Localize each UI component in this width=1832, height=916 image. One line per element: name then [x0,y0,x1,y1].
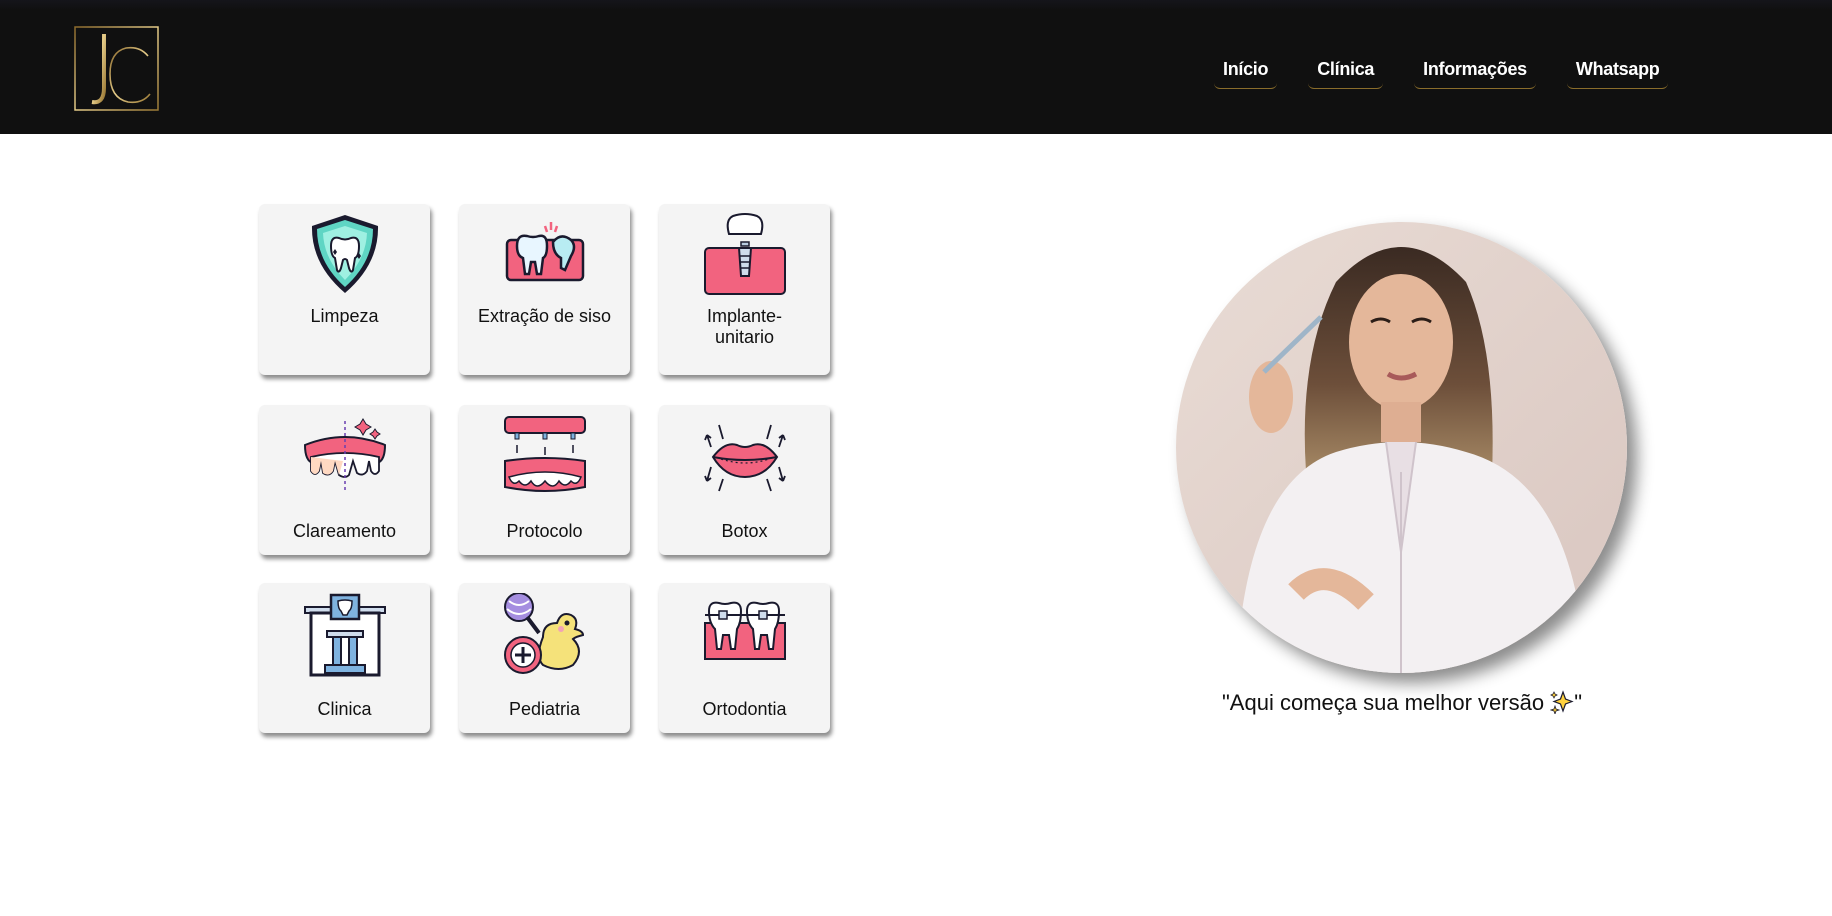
service-label: Clinica [317,699,372,719]
services-grid: Limpeza Extração de siso Implante- unita… [259,204,830,733]
service-label: Botox [721,521,768,541]
service-label: Clareamento [292,521,397,541]
nav-clinica[interactable]: Clínica [1308,55,1384,89]
nav-inicio[interactable]: Início [1214,55,1278,89]
braces-icon [703,601,786,660]
service-card-pediatria[interactable]: Pediatria [459,583,630,733]
shield-tooth-icon [311,215,378,293]
hero-quote: "Aqui começa sua melhor versão " [1130,690,1674,716]
service-card-clareamento[interactable]: Clareamento [259,405,430,555]
service-label: Limpeza [310,306,379,326]
wisdom-tooth-icon [505,222,584,282]
service-label: Implante- unitario [706,306,783,347]
service-card-ortodontia[interactable]: Ortodontia [659,583,830,733]
service-label: Pediatria [508,699,581,719]
service-label: Extração de siso [477,306,612,326]
service-card-extracao-de-siso[interactable]: Extração de siso [459,204,630,375]
lips-botox-icon [703,424,786,492]
service-card-implante-unitario[interactable]: Implante- unitario [659,204,830,375]
jc-logo[interactable] [74,26,159,111]
quote-close: " [1574,690,1582,715]
service-card-protocolo[interactable]: Protocolo [459,405,630,555]
dental-implant-icon [703,213,786,295]
sparkles-icon [1550,690,1574,714]
top-navbar: Início Clínica Informações Whatsapp [0,0,1832,134]
denture-protocol-icon [503,416,586,492]
profile-photo [1176,222,1627,673]
clinic-building-icon [303,593,386,677]
service-card-clinica[interactable]: Clinica [259,583,430,733]
service-card-botox[interactable]: Botox [659,405,830,555]
quote-text: "Aqui começa sua melhor versão [1222,690,1551,715]
main-nav: Início Clínica Informações Whatsapp [1214,55,1669,89]
nav-informacoes[interactable]: Informações [1414,55,1536,89]
service-card-limpeza[interactable]: Limpeza [259,204,430,375]
service-label: Ortodontia [702,699,787,719]
rattle-duck-icon [503,593,584,674]
nav-whatsapp[interactable]: Whatsapp [1566,55,1669,89]
whitening-icon [303,418,386,493]
woman-portrait-image [1176,222,1627,673]
service-label: Protocolo [506,521,583,541]
